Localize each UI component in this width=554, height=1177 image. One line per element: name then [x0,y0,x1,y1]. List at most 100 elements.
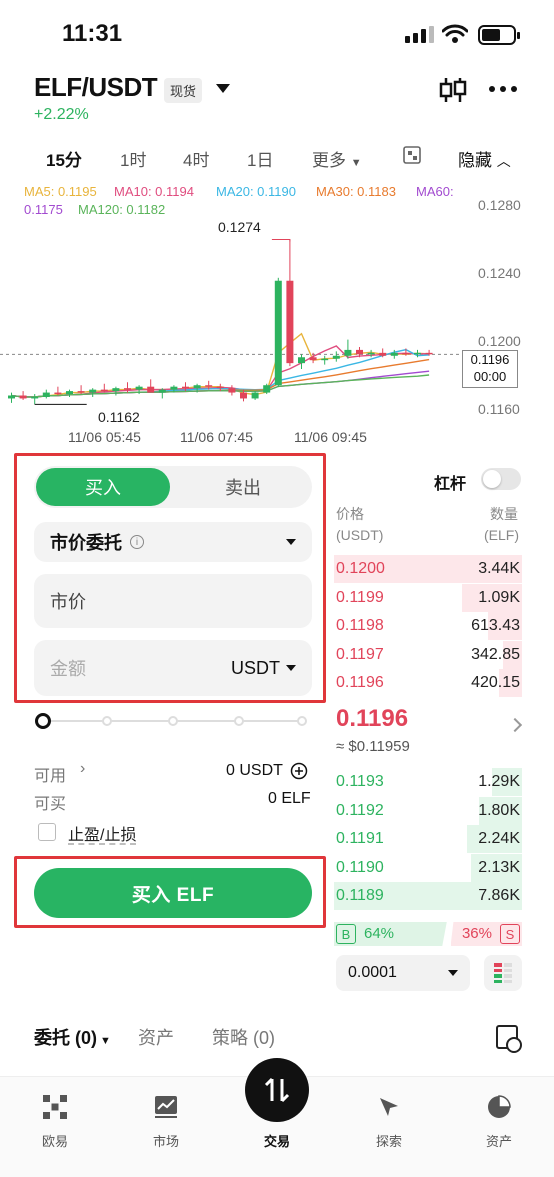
bid-row[interactable]: 0.1193 1.29K [334,768,522,796]
tpsl-label[interactable]: 止盈/止损 [68,821,136,845]
ask-qty: 3.44K [478,560,520,577]
hide-chart-toggle[interactable]: 隐藏 ︿ [458,146,511,171]
tab-assets[interactable]: 资产 [138,1024,174,1050]
buy-tab[interactable]: 买入 [36,468,170,506]
bid-price: 0.1193 [336,773,384,790]
pair-title[interactable]: ELF/USDT [34,72,158,103]
bid-row[interactable]: 0.1189 7.86K [334,882,522,911]
slider-step-100[interactable] [297,716,307,726]
bid-price: 0.1191 [336,830,384,848]
buy-ratio-value: 64% [364,925,395,942]
candle-body [286,280,294,364]
candle-body [193,385,201,389]
slider-step-25[interactable] [102,716,112,726]
amount-field[interactable]: 金额 USDT [34,640,312,696]
leverage-toggle[interactable] [481,468,521,490]
can-buy-value: 0 ELF [268,790,311,807]
more-menu-icon[interactable] [488,84,518,94]
available-value: 0 USDT [226,762,283,779]
candle-body [228,388,236,393]
amount-currency-select[interactable]: USDT [231,658,296,679]
chevron-right-icon[interactable] [507,717,523,733]
bid-row[interactable]: 0.1192 1.80K [334,796,522,825]
price-header: 价格 [336,506,364,522]
nav-market[interactable]: 市场 [126,1094,206,1150]
candle-body [425,352,433,355]
amount-slider-handle[interactable] [35,713,51,729]
y-tick: 0.1160 [478,401,520,417]
candle-body [100,389,108,392]
order-history-icon[interactable] [496,1025,522,1053]
bid-row[interactable]: 0.1190 2.13K [334,853,522,882]
orderbook-layout-icon[interactable] [484,955,522,991]
nav-explore[interactable]: 探索 [349,1094,429,1150]
tab-strategy[interactable]: 策略 (0) [212,1024,275,1050]
tpsl-checkbox[interactable] [38,823,56,841]
nav-trade-button[interactable] [245,1058,309,1122]
ma20-label: MA20: 0.1190 [216,184,296,199]
chevron-down-icon [448,970,458,976]
transfer-add-icon[interactable] [290,762,308,780]
price-change-percent: +2.22% [34,106,89,123]
tab-1d[interactable]: 1日 [247,146,273,171]
pair-dropdown-icon[interactable] [216,84,230,93]
candle-countdown: 00:00 [473,369,507,384]
candle-body [251,392,259,399]
bid-qty: 2.13K [478,858,520,876]
bid-row[interactable]: 0.1191 2.24K [334,825,522,854]
tab-4h[interactable]: 4时 [183,146,209,171]
ask-row[interactable]: 0.1198 613.43 [334,612,522,641]
candle-body [54,392,62,395]
high-marker [271,239,291,242]
amount-currency-label: USDT [231,657,280,678]
price-field[interactable]: 市价 [34,574,312,628]
ask-row[interactable]: 0.1200 3.44K [334,555,522,583]
nav-market-label: 市场 [152,1134,179,1149]
kline-chart-icon[interactable] [438,76,468,104]
tab-15m[interactable]: 15分 [46,146,82,171]
ask-price: 0.1200 [336,560,385,577]
low-price-label: 0.1162 [98,409,140,425]
candle-body [77,391,85,393]
market-type-badge: 现货 [164,78,203,103]
ask-row[interactable]: 0.1196 420.15 [334,669,522,698]
nav-explore-label: 探索 [375,1134,402,1149]
cellular-signal-icon [405,26,434,43]
candle-body [367,352,375,355]
order-type-select[interactable]: 市价委托 i [34,522,312,562]
candle-body [344,349,352,356]
ma60-value: 0.1175 [24,202,63,217]
ma120-label: MA120: 0.1182 [78,202,166,217]
status-time: 11:31 [62,20,123,47]
indicator-settings-icon[interactable] [403,146,421,164]
available-chevron-icon[interactable]: › [80,760,85,778]
sell-tab[interactable]: 卖出 [178,468,308,506]
nav-assets[interactable]: 资产 [459,1094,539,1150]
tab-1h[interactable]: 1时 [120,146,146,171]
precision-select[interactable]: 0.0001 [336,955,470,991]
slider-step-75[interactable] [234,716,244,726]
candle-body [147,386,155,393]
candle-body [205,385,213,387]
y-tick: 0.1200 [478,333,521,349]
tab-more[interactable]: 更多 ▼ [312,146,362,171]
buy-submit-button[interactable]: 买入 ELF [34,868,312,918]
nav-trade-label[interactable]: 交易 [245,1131,309,1150]
candlestick-chart[interactable] [0,216,470,422]
ask-row[interactable]: 0.1199 1.09K [334,583,522,612]
candle-body [263,385,271,393]
ask-row[interactable]: 0.1197 342.85 [334,640,522,669]
price-unit: (USDT) [336,527,384,543]
candle-body [298,357,305,364]
chevron-down-icon [286,665,296,671]
info-icon[interactable]: i [130,535,144,549]
amount-placeholder: 金额 [50,659,86,679]
sell-ratio-value: 36% [461,925,492,942]
nav-okx[interactable]: 欧易 [15,1094,95,1150]
wifi-icon [442,24,468,43]
assets-pie-icon [488,1095,511,1118]
slider-step-50[interactable] [168,716,178,726]
candle-body [170,386,178,390]
tab-orders[interactable]: 委托 (0) ▼ [34,1024,111,1050]
candle-body [240,392,247,399]
